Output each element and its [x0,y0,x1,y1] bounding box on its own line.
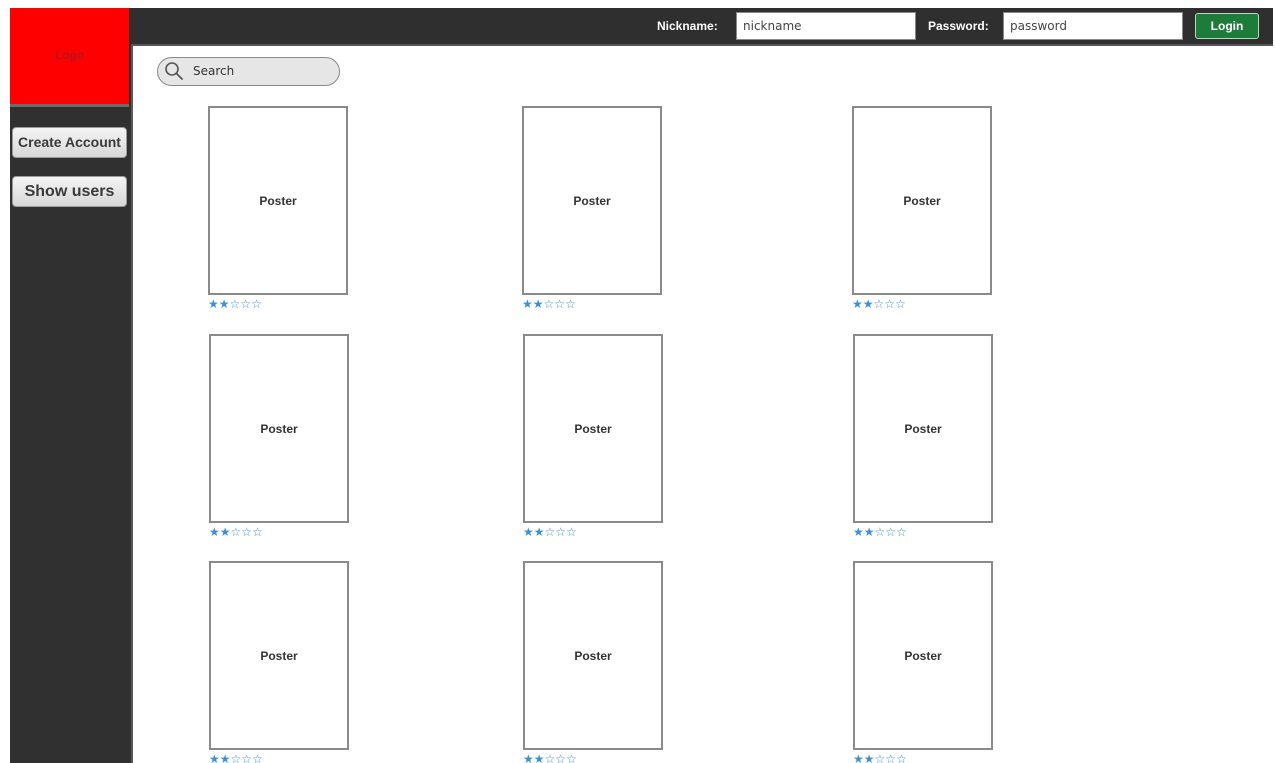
star-filled-icon[interactable]: ★ [219,297,230,311]
star-filled-icon[interactable]: ★ [523,752,534,763]
star-empty-icon[interactable]: ☆ [874,297,885,311]
star-filled-icon[interactable]: ★ [523,525,534,539]
poster-card[interactable]: Poster [523,561,663,750]
nickname-label: Nickname: [657,19,718,33]
poster-card[interactable]: Poster [522,106,662,295]
star-filled-icon[interactable]: ★ [533,297,544,311]
star-rating[interactable]: ★★☆☆☆ [852,298,906,310]
poster-label: Poster [904,649,942,663]
star-filled-icon[interactable]: ★ [853,525,864,539]
poster-label: Poster [573,194,611,208]
star-empty-icon[interactable]: ☆ [895,297,906,311]
star-filled-icon[interactable]: ★ [522,297,533,311]
star-rating[interactable]: ★★☆☆☆ [209,526,263,538]
star-rating[interactable]: ★★☆☆☆ [523,526,577,538]
star-rating[interactable]: ★★☆☆☆ [209,753,263,763]
poster-card[interactable]: Poster [853,334,993,523]
star-filled-icon[interactable]: ★ [864,752,875,763]
create-account-button[interactable]: Create Account [12,127,127,158]
star-empty-icon[interactable]: ☆ [566,752,577,763]
poster-label: Poster [574,649,612,663]
poster-card[interactable]: Poster [853,561,993,750]
star-empty-icon[interactable]: ☆ [545,752,556,763]
star-filled-icon[interactable]: ★ [220,752,231,763]
star-empty-icon[interactable]: ☆ [545,525,556,539]
star-empty-icon[interactable]: ☆ [885,752,896,763]
poster-label: Poster [259,194,297,208]
poster-label: Poster [904,422,942,436]
nickname-field[interactable]: nickname [736,12,916,40]
star-empty-icon[interactable]: ☆ [555,752,566,763]
poster-card[interactable]: Poster [208,106,348,295]
star-empty-icon[interactable]: ☆ [566,525,577,539]
logo-text: Logo [54,48,85,62]
password-label: Password: [928,19,989,33]
star-rating[interactable]: ★★☆☆☆ [523,753,577,763]
search-placeholder: Search [193,64,235,78]
header-bar: Nickname: nickname Password: password Lo… [131,8,1273,46]
sidebar: Logo Create Account Show users [10,8,133,763]
star-empty-icon[interactable]: ☆ [241,752,252,763]
star-rating[interactable]: ★★☆☆☆ [522,298,576,310]
star-empty-icon[interactable]: ☆ [230,297,241,311]
star-filled-icon[interactable]: ★ [209,752,220,763]
poster-card[interactable]: Poster [209,561,349,750]
login-button[interactable]: Login [1195,13,1259,39]
star-filled-icon[interactable]: ★ [853,752,864,763]
poster-label: Poster [574,422,612,436]
search-icon [165,62,183,80]
star-empty-icon[interactable]: ☆ [884,297,895,311]
star-empty-icon[interactable]: ☆ [885,525,896,539]
star-filled-icon[interactable]: ★ [864,525,875,539]
star-filled-icon[interactable]: ★ [208,297,219,311]
poster-label: Poster [903,194,941,208]
poster-label: Poster [260,649,298,663]
star-filled-icon[interactable]: ★ [852,297,863,311]
star-empty-icon[interactable]: ☆ [875,752,886,763]
star-empty-icon[interactable]: ☆ [875,525,886,539]
poster-label: Poster [260,422,298,436]
star-empty-icon[interactable]: ☆ [896,525,907,539]
logo[interactable]: Logo [10,8,129,107]
search-input[interactable]: Search [157,57,340,86]
star-empty-icon[interactable]: ☆ [231,525,242,539]
star-empty-icon[interactable]: ☆ [252,752,263,763]
star-empty-icon[interactable]: ☆ [240,297,251,311]
star-empty-icon[interactable]: ☆ [251,297,262,311]
star-filled-icon[interactable]: ★ [220,525,231,539]
show-users-button[interactable]: Show users [12,176,127,207]
star-empty-icon[interactable]: ☆ [896,752,907,763]
star-rating[interactable]: ★★☆☆☆ [853,753,907,763]
star-rating[interactable]: ★★☆☆☆ [853,526,907,538]
password-field[interactable]: password [1003,12,1183,40]
poster-card[interactable]: Poster [523,334,663,523]
star-filled-icon[interactable]: ★ [534,525,545,539]
star-empty-icon[interactable]: ☆ [231,752,242,763]
page: Logo Create Account Show users Nickname:… [0,0,1275,763]
poster-card[interactable]: Poster [209,334,349,523]
star-filled-icon[interactable]: ★ [534,752,545,763]
star-rating[interactable]: ★★☆☆☆ [208,298,262,310]
star-filled-icon[interactable]: ★ [863,297,874,311]
star-empty-icon[interactable]: ☆ [565,297,576,311]
star-empty-icon[interactable]: ☆ [554,297,565,311]
star-empty-icon[interactable]: ☆ [252,525,263,539]
star-filled-icon[interactable]: ★ [209,525,220,539]
star-empty-icon[interactable]: ☆ [555,525,566,539]
star-empty-icon[interactable]: ☆ [544,297,555,311]
poster-card[interactable]: Poster [852,106,992,295]
star-empty-icon[interactable]: ☆ [241,525,252,539]
